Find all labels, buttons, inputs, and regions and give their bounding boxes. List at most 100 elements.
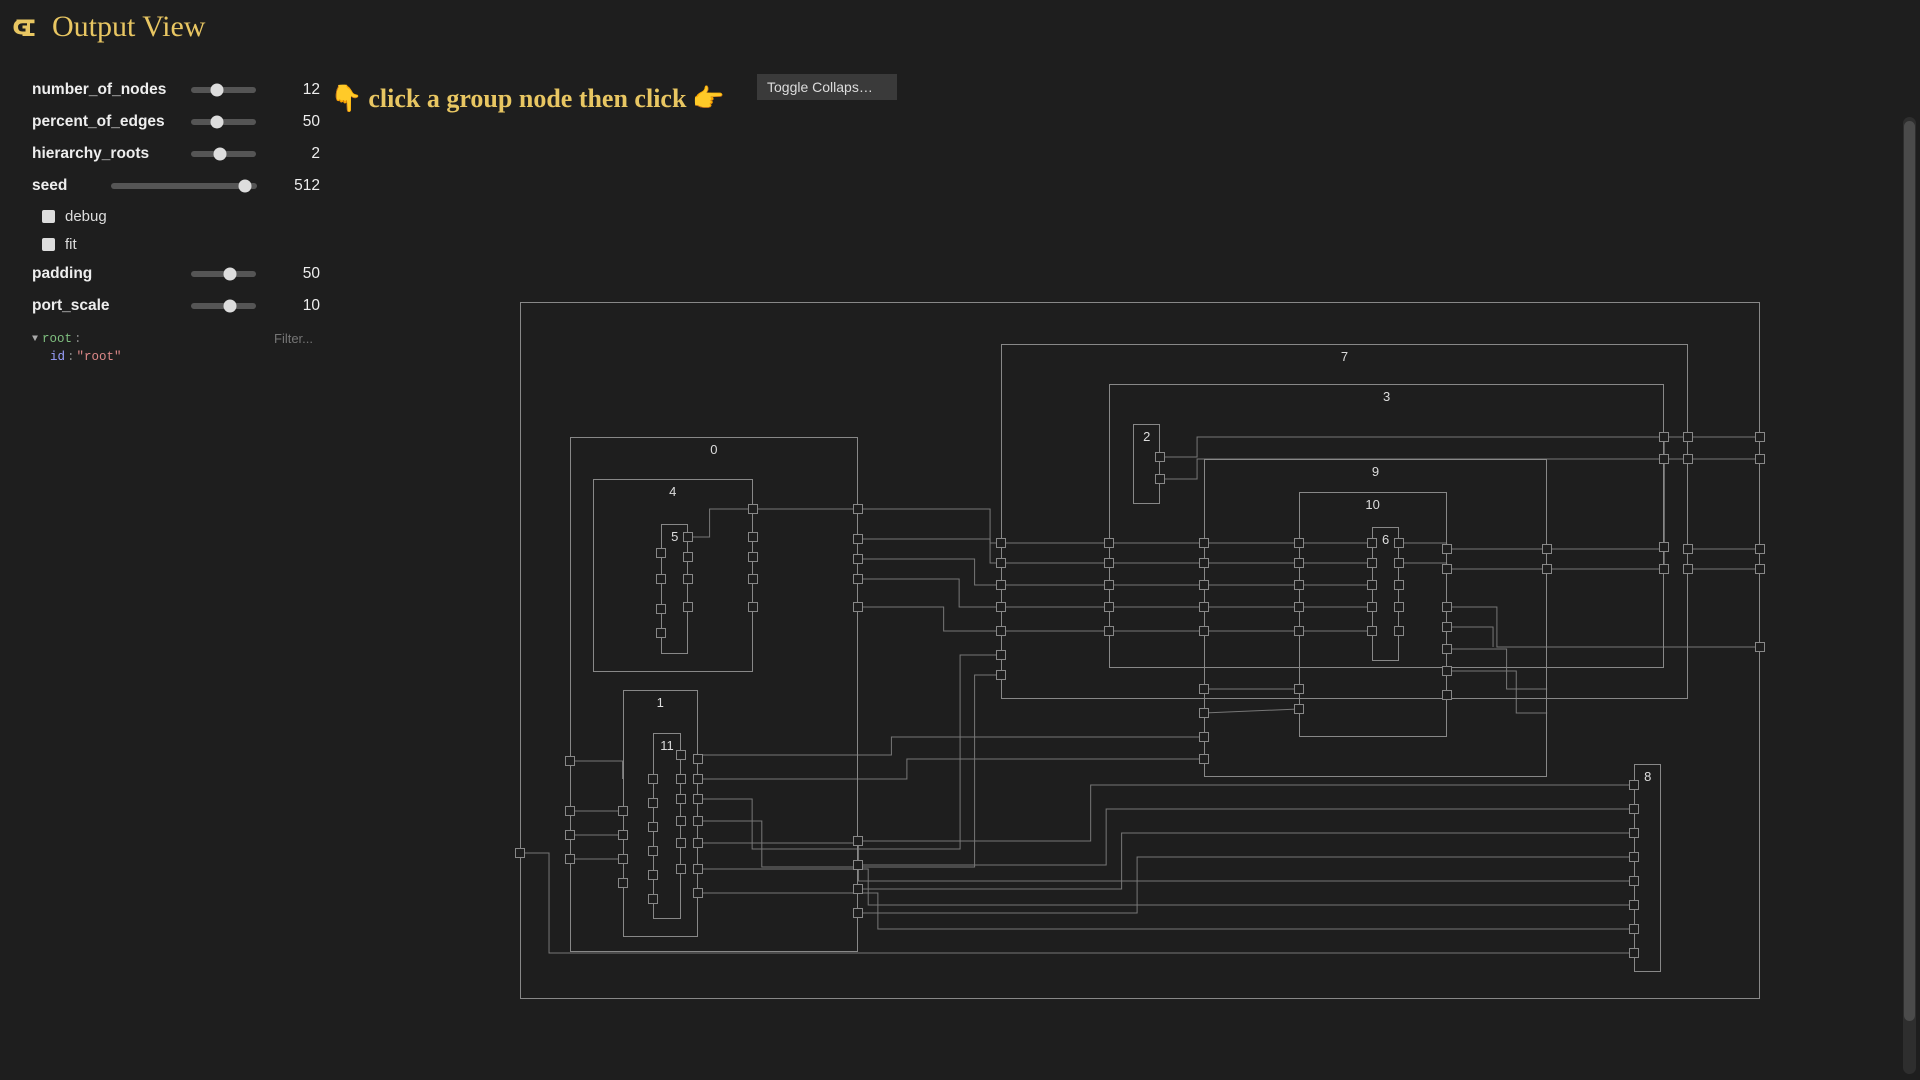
graph-port[interactable] — [1294, 580, 1304, 590]
graph-port[interactable] — [1394, 558, 1404, 568]
slider-thumb[interactable] — [224, 300, 237, 313]
graph-port[interactable] — [1367, 602, 1377, 612]
graph-port[interactable] — [1659, 564, 1669, 574]
graph-port[interactable] — [648, 822, 658, 832]
graph-port[interactable] — [853, 836, 863, 846]
vertical-scrollbar[interactable] — [1903, 117, 1916, 1074]
graph-port[interactable] — [853, 860, 863, 870]
graph-port[interactable] — [1199, 708, 1209, 718]
graph-port[interactable] — [853, 574, 863, 584]
graph-port[interactable] — [1199, 538, 1209, 548]
graph-port[interactable] — [693, 838, 703, 848]
graph-port[interactable] — [676, 838, 686, 848]
graph-port[interactable] — [1294, 558, 1304, 568]
graph-port[interactable] — [693, 864, 703, 874]
graph-port[interactable] — [1659, 454, 1669, 464]
graph-port[interactable] — [648, 774, 658, 784]
graph-port[interactable] — [748, 504, 758, 514]
graph-port[interactable] — [618, 830, 628, 840]
graph-port[interactable] — [996, 626, 1006, 636]
graph-port[interactable] — [1542, 544, 1552, 554]
graph-port[interactable] — [1442, 622, 1452, 632]
graph-port[interactable] — [748, 602, 758, 612]
graph-port[interactable] — [1394, 538, 1404, 548]
graph-port[interactable] — [1394, 580, 1404, 590]
graph-port[interactable] — [648, 870, 658, 880]
graph-node-8[interactable]: 8 — [1634, 764, 1661, 972]
graph-port[interactable] — [618, 854, 628, 864]
checkbox-debug[interactable] — [42, 210, 55, 223]
graph-port[interactable] — [1683, 544, 1693, 554]
graph-port[interactable] — [1629, 852, 1639, 862]
graph-port[interactable] — [565, 854, 575, 864]
slider-thumb[interactable] — [224, 268, 237, 281]
graph-port[interactable] — [1294, 704, 1304, 714]
graph-port[interactable] — [1755, 544, 1765, 554]
graph-port[interactable] — [996, 538, 1006, 548]
graph-port[interactable] — [853, 908, 863, 918]
graph-port[interactable] — [565, 830, 575, 840]
graph-port[interactable] — [693, 794, 703, 804]
graph-port[interactable] — [693, 816, 703, 826]
graph-port[interactable] — [853, 554, 863, 564]
slider-thumb[interactable] — [211, 84, 224, 97]
slider-thumb[interactable] — [214, 148, 227, 161]
graph-port[interactable] — [1683, 432, 1693, 442]
graph-port[interactable] — [1442, 544, 1452, 554]
graph-port[interactable] — [1629, 948, 1639, 958]
tree-caret-icon[interactable]: ▼ — [32, 334, 38, 345]
graph-port[interactable] — [1104, 626, 1114, 636]
graph-port[interactable] — [1294, 626, 1304, 636]
graph-port[interactable] — [1442, 644, 1452, 654]
graph-port[interactable] — [618, 806, 628, 816]
slider-hierarchy_roots[interactable] — [191, 151, 257, 157]
graph-port[interactable] — [676, 816, 686, 826]
graph-port[interactable] — [1294, 602, 1304, 612]
slider-thumb[interactable] — [211, 116, 224, 129]
graph-port[interactable] — [1199, 684, 1209, 694]
graph-port[interactable] — [1199, 732, 1209, 742]
toggle-collapse-button[interactable]: Toggle Collaps… — [757, 74, 897, 100]
graph-port[interactable] — [683, 602, 693, 612]
graph-port[interactable] — [853, 884, 863, 894]
slider-padding[interactable] — [191, 271, 257, 277]
graph-port[interactable] — [853, 504, 863, 514]
graph-port[interactable] — [693, 754, 703, 764]
graph-port[interactable] — [1367, 626, 1377, 636]
graph-port[interactable] — [683, 574, 693, 584]
graph-port[interactable] — [683, 552, 693, 562]
graph-port[interactable] — [1442, 564, 1452, 574]
graph-port[interactable] — [1199, 626, 1209, 636]
slider-port_scale[interactable] — [191, 303, 257, 309]
graph-port[interactable] — [1155, 452, 1165, 462]
tree-filter-input[interactable] — [274, 331, 324, 346]
tree-key[interactable]: root — [42, 332, 72, 346]
graph-port[interactable] — [996, 580, 1006, 590]
graph-port[interactable] — [1199, 580, 1209, 590]
graph-port[interactable] — [676, 864, 686, 874]
graph-port[interactable] — [1629, 780, 1639, 790]
graph-port[interactable] — [1199, 558, 1209, 568]
graph-port[interactable] — [853, 602, 863, 612]
graph-port[interactable] — [1394, 626, 1404, 636]
graph-port[interactable] — [676, 750, 686, 760]
slider-number_of_nodes[interactable] — [191, 87, 257, 93]
graph-port[interactable] — [656, 628, 666, 638]
graph-port[interactable] — [1104, 602, 1114, 612]
graph-port[interactable] — [1659, 432, 1669, 442]
graph-port[interactable] — [693, 888, 703, 898]
graph-port[interactable] — [748, 532, 758, 542]
scrollbar-thumb[interactable] — [1904, 121, 1915, 1021]
graph-port[interactable] — [676, 794, 686, 804]
graph-port[interactable] — [515, 848, 525, 858]
graph-port[interactable] — [1294, 538, 1304, 548]
graph-port[interactable] — [1683, 564, 1693, 574]
graph-port[interactable] — [656, 604, 666, 614]
graph-canvas[interactable]: 04511172391068 — [330, 117, 1890, 1080]
graph-port[interactable] — [656, 574, 666, 584]
graph-port[interactable] — [1659, 542, 1669, 552]
graph-port[interactable] — [648, 798, 658, 808]
graph-port[interactable] — [1104, 558, 1114, 568]
graph-port[interactable] — [1629, 804, 1639, 814]
graph-port[interactable] — [1683, 454, 1693, 464]
